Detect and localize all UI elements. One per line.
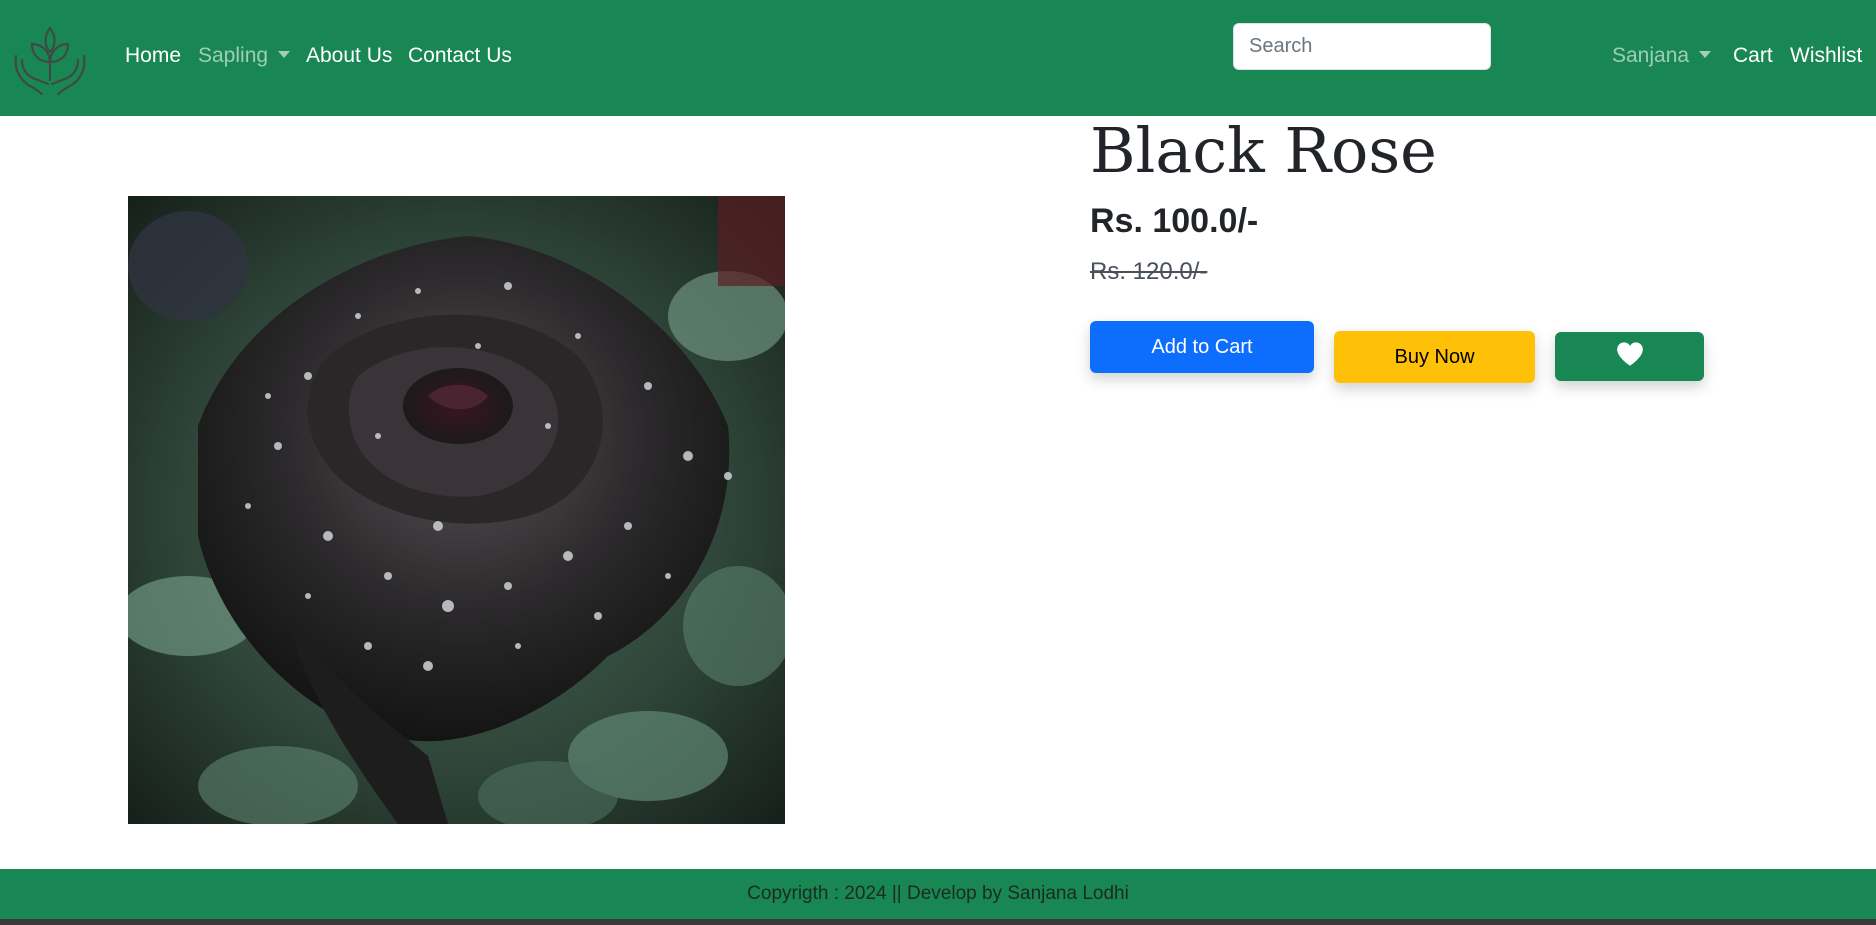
nav-sapling-dropdown[interactable]: Sapling [198, 44, 291, 68]
window-bottom-edge [0, 919, 1876, 925]
nav-cart-link[interactable]: Cart [1733, 44, 1773, 68]
product-image [128, 196, 785, 824]
add-to-cart-button[interactable]: Add to Cart [1090, 321, 1314, 373]
chevron-down-icon [278, 50, 291, 58]
search-input[interactable] [1233, 23, 1491, 70]
chevron-down-icon [1699, 50, 1712, 58]
plant-in-hands-icon[interactable] [8, 22, 92, 102]
heart-icon [1616, 341, 1644, 373]
add-to-wishlist-button[interactable] [1555, 332, 1704, 381]
footer-copyright: Copyrigth : 2024 || Develop by Sanjana L… [747, 883, 1129, 904]
user-name: Sanjana [1612, 44, 1690, 67]
nav-about-link[interactable]: About Us [306, 44, 392, 68]
nav-home-link[interactable]: Home [125, 44, 181, 68]
buy-now-button[interactable]: Buy Now [1334, 331, 1535, 383]
nav-sapling-label: Sapling [198, 44, 269, 67]
product-price: Rs. 100.0/- [1090, 202, 1259, 240]
product-title: Black Rose [1090, 114, 1437, 187]
nav-wishlist-link[interactable]: Wishlist [1790, 44, 1862, 68]
user-dropdown[interactable]: Sanjana [1612, 44, 1712, 68]
navbar: Home Sapling About Us Contact Us Sanjana… [0, 0, 1876, 116]
product-old-price: Rs. 120.0/- [1090, 258, 1208, 285]
nav-contact-link[interactable]: Contact Us [408, 44, 512, 68]
footer: Copyrigth : 2024 || Develop by Sanjana L… [0, 869, 1876, 919]
